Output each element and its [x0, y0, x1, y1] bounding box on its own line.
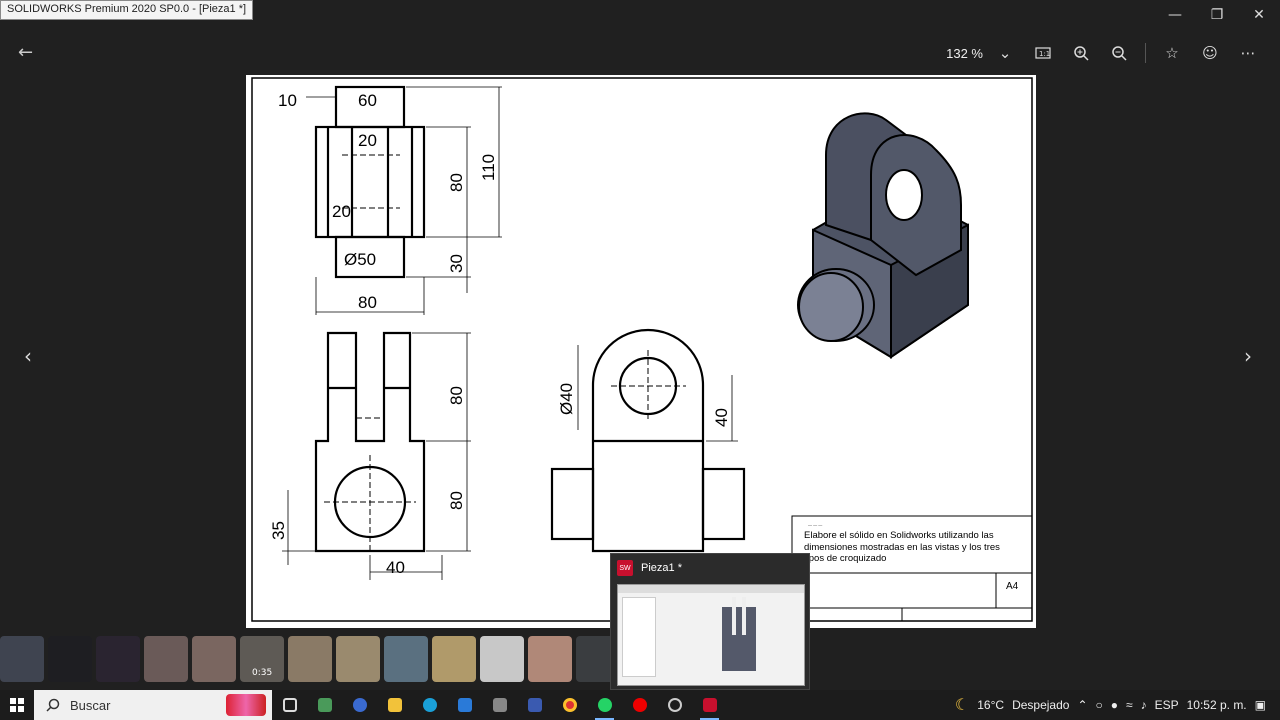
video-thumbnail[interactable]: 0:35	[240, 636, 284, 682]
whatsapp-icon[interactable]	[587, 690, 622, 720]
dim-80-upper: 80	[447, 386, 466, 405]
photo-viewer: SOLIDWORKS Premium 2020 SP0.0 - [Pieza1 …	[0, 0, 1280, 690]
dim-30: 30	[447, 254, 466, 273]
youtube-icon[interactable]	[622, 690, 657, 720]
task-view-icon[interactable]	[272, 690, 307, 720]
search-placeholder: Buscar	[70, 697, 111, 713]
chrome-icon[interactable]	[552, 690, 587, 720]
solidworks-taskbar-icon[interactable]	[692, 690, 727, 720]
app-icon[interactable]	[657, 690, 692, 720]
minimize-button[interactable]: —	[1154, 0, 1196, 30]
drawing-sheet: 10 60 20 20 110 80 Ø50 30 80 80 80 35 40…	[246, 75, 1036, 628]
file-explorer-icon[interactable]	[377, 690, 412, 720]
dim-40-side: 40	[712, 408, 731, 427]
dim-10: 10	[278, 91, 297, 110]
store-icon[interactable]	[447, 690, 482, 720]
media-player-icon[interactable]	[342, 690, 377, 720]
actual-size-icon[interactable]: 1:1	[1027, 40, 1059, 66]
clock[interactable]: 10:52 p. m.	[1187, 698, 1247, 712]
svg-text:1:1: 1:1	[1039, 50, 1050, 58]
file-app-icon[interactable]	[307, 690, 342, 720]
dim-40-bottom: 40	[386, 558, 405, 577]
dim-diam-50: Ø50	[344, 250, 376, 269]
zoom-level[interactable]: 132 %	[946, 46, 983, 61]
snipping-tool-icon[interactable]	[517, 690, 552, 720]
notifications-icon[interactable]: ▣	[1255, 698, 1266, 712]
sheet-size: A4	[1006, 581, 1019, 592]
zoom-in-icon[interactable]	[1065, 40, 1097, 66]
chevron-down-icon[interactable]: ⌄	[989, 40, 1021, 66]
thumbnail[interactable]	[96, 636, 140, 682]
viewer-toolbar: 132 % ⌄ 1:1 ☆ ☺ ⋯	[946, 40, 1264, 66]
thumbnail[interactable]	[336, 636, 380, 682]
windows-start-icon[interactable]	[0, 690, 34, 720]
meet-icon[interactable]: ○	[1096, 698, 1103, 712]
solidworks-logo-icon: SW	[617, 560, 633, 576]
close-button[interactable]: ✕	[1238, 0, 1280, 30]
moon-weather-icon: ☾	[954, 697, 970, 714]
thumbnail[interactable]	[144, 636, 188, 682]
dim-20-upper: 20	[358, 131, 377, 150]
video-duration: 0:35	[252, 668, 273, 678]
thumbnail[interactable]	[192, 636, 236, 682]
thumbnail[interactable]	[48, 636, 92, 682]
microphone-icon[interactable]: ●	[1111, 698, 1118, 712]
dim-60: 60	[358, 91, 377, 110]
app-icon[interactable]	[482, 690, 517, 720]
dim-80-top: 80	[447, 173, 466, 192]
taskbar-search[interactable]: Buscar	[34, 690, 272, 720]
search-highlight-icon	[226, 694, 266, 716]
thumbnail[interactable]	[288, 636, 332, 682]
language-indicator[interactable]: ESP	[1155, 698, 1179, 712]
wifi-icon[interactable]: ≈	[1126, 698, 1133, 712]
svg-text:— — —: — — —	[808, 522, 822, 527]
taskbar-preview-popup[interactable]: SW Pieza1 *	[610, 553, 810, 690]
smiley-icon[interactable]: ☺	[1194, 40, 1226, 66]
thumbnail[interactable]	[480, 636, 524, 682]
thumbnail[interactable]	[528, 636, 572, 682]
technical-drawing: 10 60 20 20 110 80 Ø50 30 80 80 80 35 40…	[251, 77, 1033, 622]
window-controls: — ❐ ✕	[1154, 0, 1280, 30]
dim-20-lower: 20	[332, 202, 351, 221]
isometric-model	[797, 112, 969, 359]
windows-taskbar: Buscar ☾ 16°C Despejado ⌃ ○ ● ≈ ♪ ESP 10…	[0, 690, 1280, 720]
thumbnail[interactable]	[384, 636, 428, 682]
system-tray: ☾ 16°C Despejado ⌃ ○ ● ≈ ♪ ESP 10:52 p. …	[955, 690, 1280, 720]
previous-image-icon[interactable]: ‹	[24, 344, 32, 368]
weather-text[interactable]: Despejado	[1012, 698, 1069, 712]
popup-title: Pieza1 *	[641, 562, 682, 574]
dim-diam-40: Ø40	[557, 383, 576, 415]
zoom-out-icon[interactable]	[1103, 40, 1135, 66]
thumbnail-strip: 0:35	[0, 636, 620, 684]
back-arrow-icon[interactable]: ←	[18, 42, 33, 63]
more-options-icon[interactable]: ⋯	[1232, 40, 1264, 66]
restore-button[interactable]: ❐	[1196, 0, 1238, 30]
chevron-up-icon[interactable]: ⌃	[1077, 698, 1087, 712]
search-icon	[46, 698, 60, 712]
dim-35: 35	[269, 521, 288, 540]
dim-80-lower: 80	[447, 491, 466, 510]
next-image-icon[interactable]: ›	[1244, 344, 1252, 368]
instruction-text: Elabore el sólido en Solidworks utilizan…	[804, 530, 1000, 564]
window-title: SOLIDWORKS Premium 2020 SP0.0 - [Pieza1 …	[0, 0, 254, 20]
thumbnail[interactable]	[432, 636, 476, 682]
favorite-star-icon[interactable]: ☆	[1156, 40, 1188, 66]
volume-icon[interactable]: ♪	[1141, 698, 1147, 712]
window-preview[interactable]	[617, 584, 805, 686]
dim-110: 110	[479, 154, 498, 181]
weather-temp[interactable]: 16°C	[977, 698, 1004, 712]
edge-icon[interactable]	[412, 690, 447, 720]
dim-80-width: 80	[358, 293, 377, 312]
thumbnail[interactable]	[0, 636, 44, 682]
toolbar-divider	[1145, 43, 1146, 63]
